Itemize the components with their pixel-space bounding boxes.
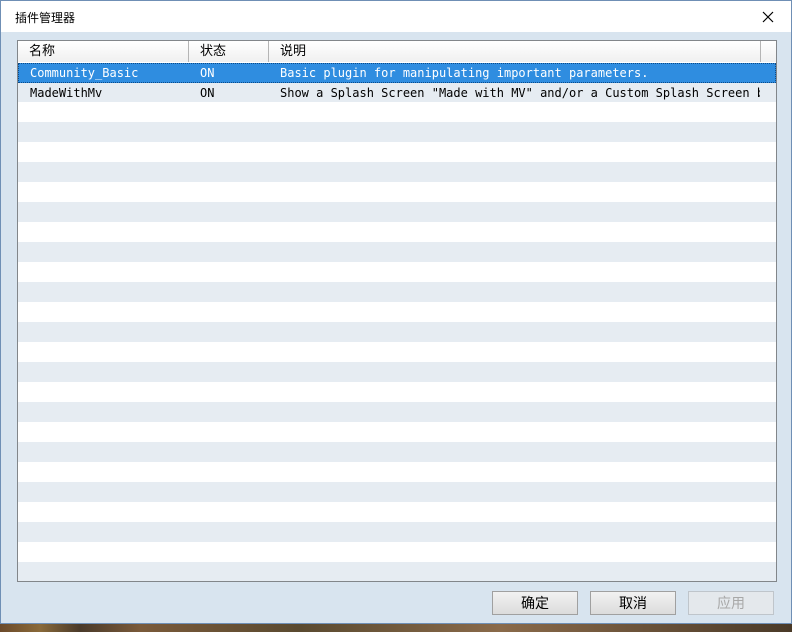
list-item[interactable]: MadeWithMv ON Show a Splash Screen "Made…	[18, 83, 776, 103]
plugin-description: Show a Splash Screen "Made with MV" and/…	[280, 86, 760, 100]
list-item[interactable]: Community_Basic ON Basic plugin for mani…	[18, 63, 776, 83]
ok-button[interactable]: 确定	[492, 591, 578, 615]
plugin-status: ON	[200, 66, 215, 80]
list-header: 名称 状态 说明	[18, 41, 776, 63]
cancel-button[interactable]: 取消	[590, 591, 676, 615]
close-icon	[762, 11, 774, 22]
plugin-name: MadeWithMv	[30, 86, 103, 100]
plugin-name: Community_Basic	[30, 66, 139, 80]
close-button[interactable]	[745, 1, 791, 32]
plugin-description: Basic plugin for manipulating important …	[280, 66, 649, 80]
column-header-status[interactable]: 状态	[189, 41, 269, 62]
title-bar: 插件管理器	[1, 1, 791, 32]
window-title: 插件管理器	[15, 11, 76, 25]
list-body: Community_Basic ON Basic plugin for mani…	[18, 62, 776, 581]
plugin-manager-dialog: 插件管理器 名称 状态 说明 Community_Basic ON Basic …	[0, 0, 792, 624]
plugin-status: ON	[200, 86, 215, 100]
apply-button: 应用	[688, 591, 774, 615]
column-header-name[interactable]: 名称	[18, 41, 189, 62]
plugin-list[interactable]: 名称 状态 说明 Community_Basic ON Basic plugin…	[17, 40, 777, 582]
column-header-description[interactable]: 说明	[269, 41, 761, 62]
